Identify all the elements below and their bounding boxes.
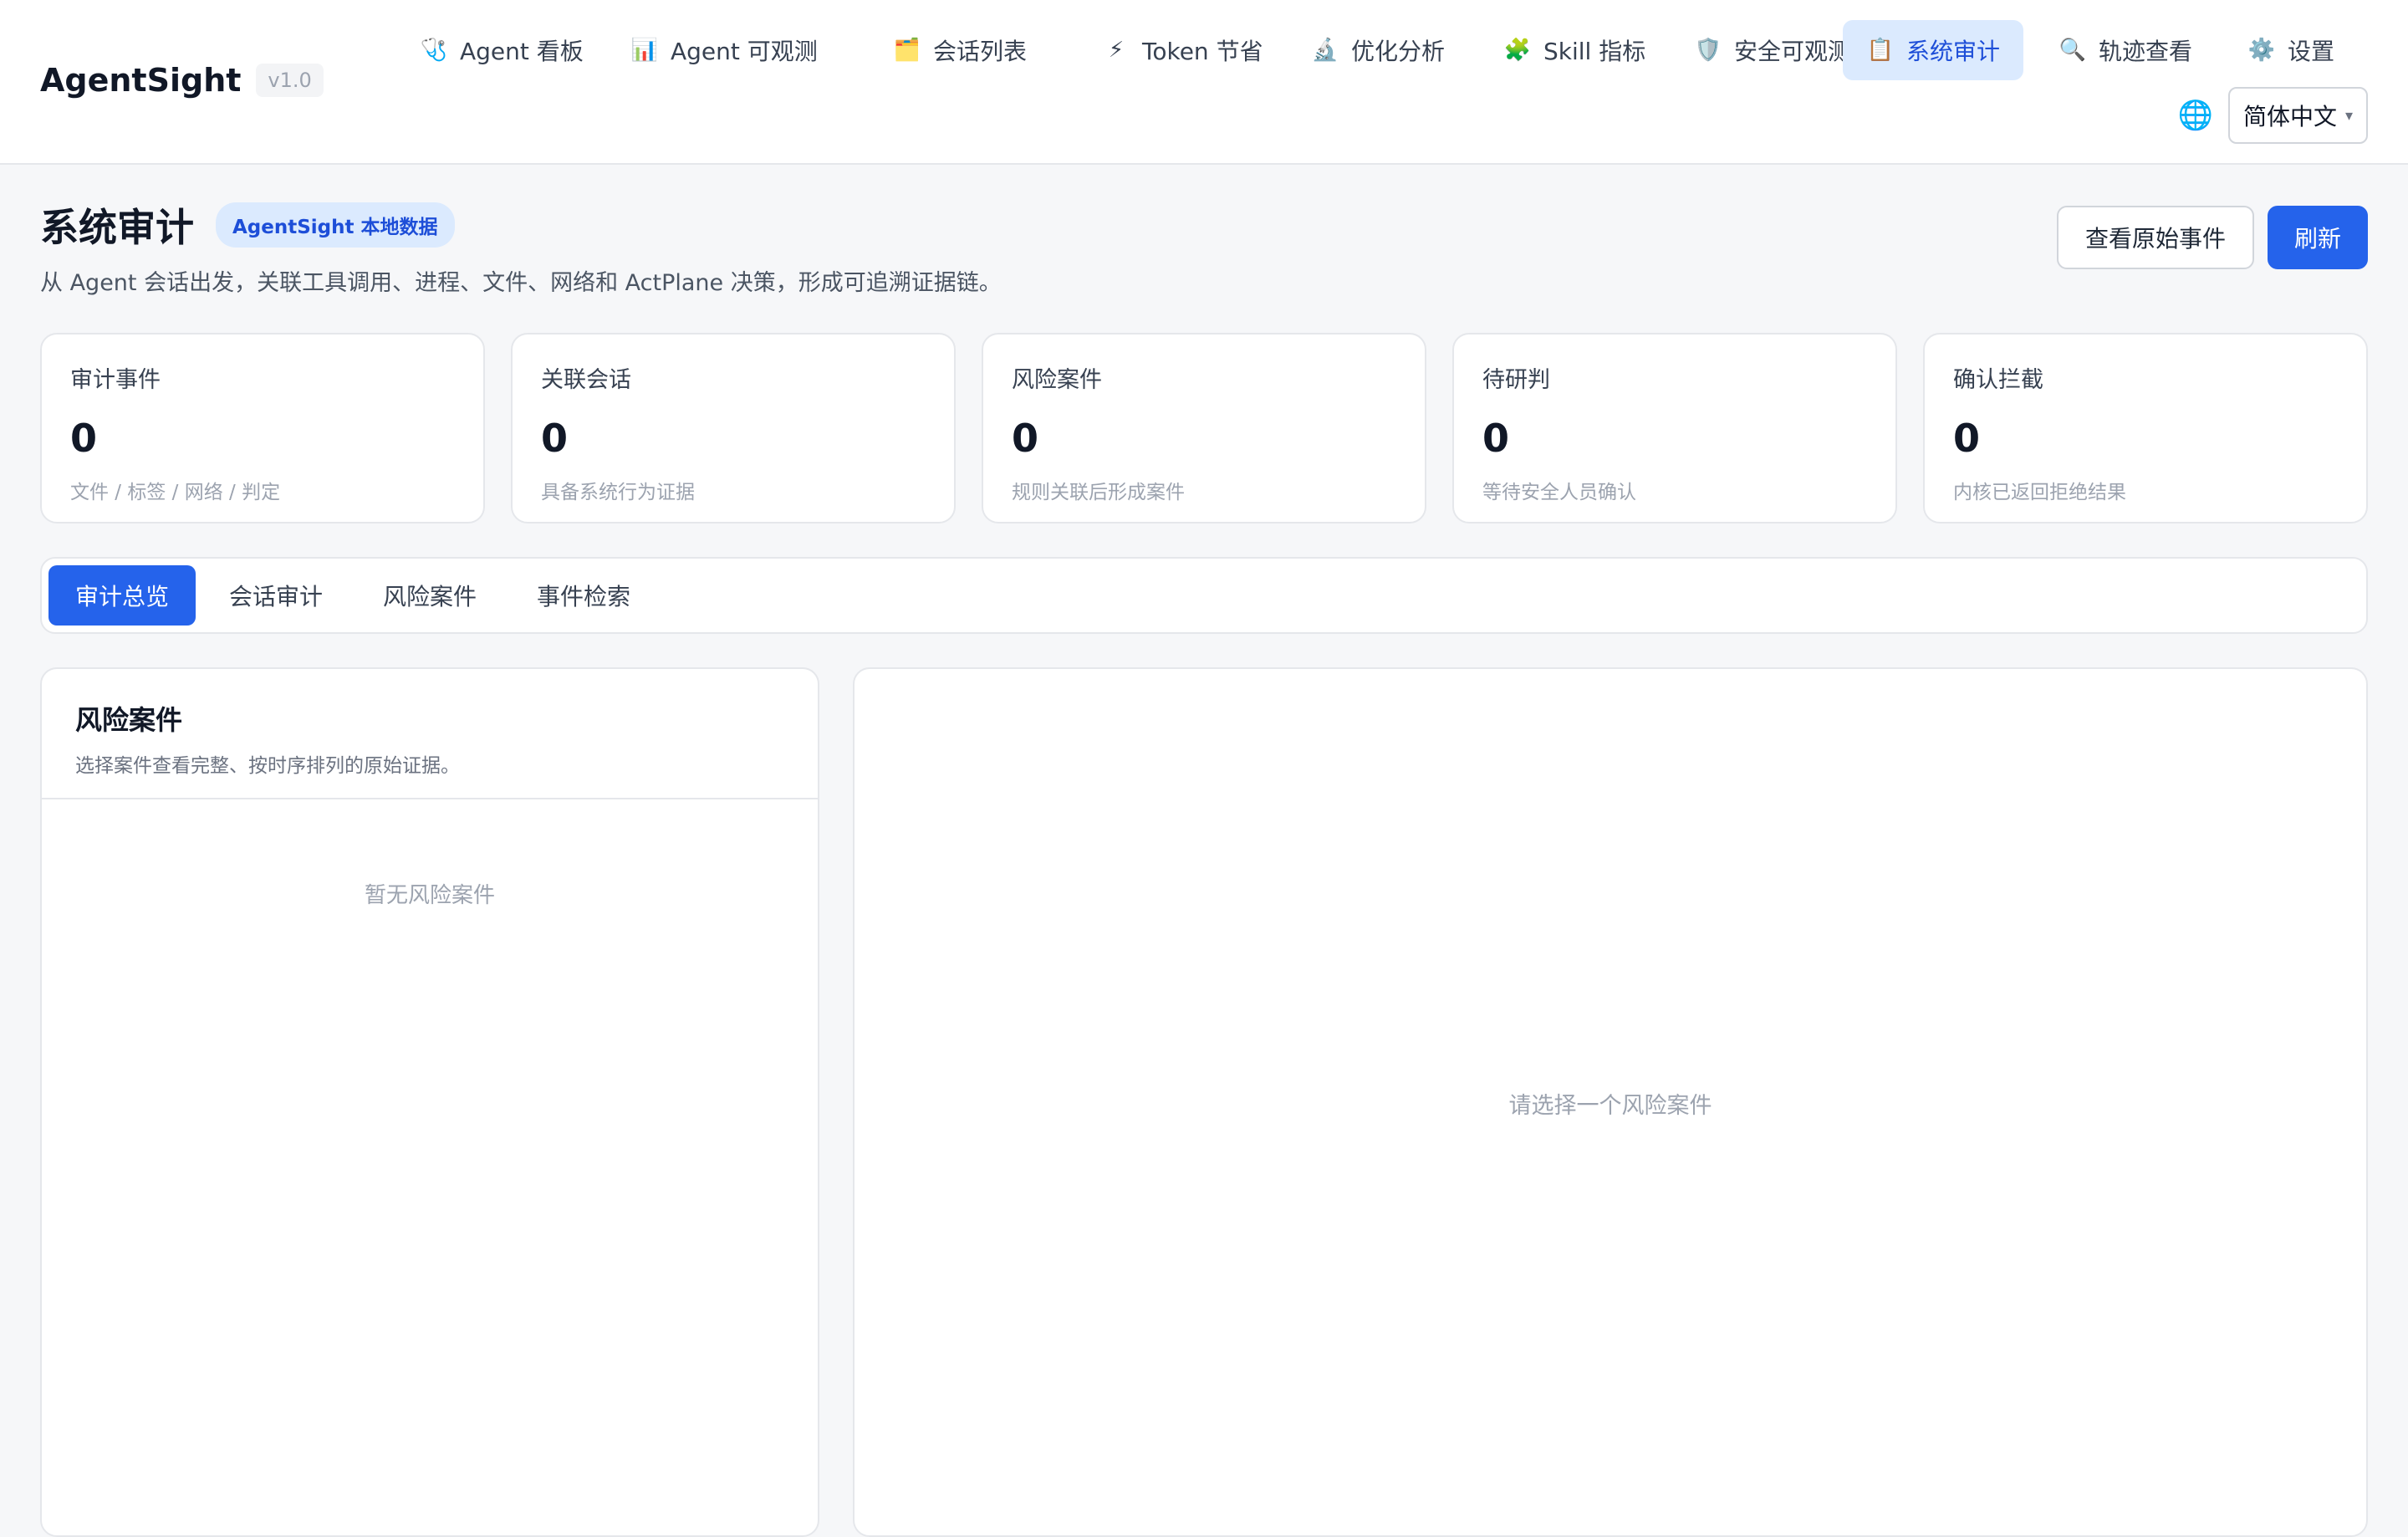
nav-item-label: Agent 可观测 [671, 38, 818, 65]
title-row: 系统审计 AgentSight 本地数据 [40, 197, 2368, 253]
stat-value: 0 [1953, 416, 1981, 461]
nav-item-label: 轨迹查看 [2099, 38, 2193, 65]
nav-item-skill-metrics[interactable]: 🧩 Skill 指标 [1480, 20, 1669, 80]
stat-desc: 等待安全人员确认 [1482, 482, 1636, 503]
microscope-icon: 🔬 [1311, 38, 1339, 63]
version-badge: v1.0 [256, 64, 324, 97]
app-name[interactable]: AgentSight [40, 62, 241, 99]
stat-label: 关联会话 [541, 367, 631, 393]
page-title: 系统审计 [40, 205, 194, 250]
audit-tabs: 审计总览 会话审计 风险案件 事件检索 [40, 557, 2368, 634]
stat-desc: 内核已返回拒绝结果 [1953, 482, 2126, 503]
nav-item-system-audit[interactable]: 📋 系统审计 [1843, 20, 2024, 80]
tab-session-audit[interactable]: 会话审计 [202, 565, 349, 626]
brand: AgentSight v1.0 [40, 62, 324, 99]
stat-value: 0 [70, 416, 98, 461]
main-nav: 🩺 Agent 看板 📊 Agent 可观测 🗂️ 会话列表 ⚡ Token 节… [396, 20, 2370, 80]
nav-item-optimization[interactable]: 🔬 优化分析 [1288, 20, 1468, 80]
risk-cases-panel: 风险案件 选择案件查看完整、按时序排列的原始证据。 暂无风险案件 [40, 667, 819, 1537]
language-switcher: 🌐 简体中文 ▾ [2178, 87, 2368, 144]
empty-cases-message: 暂无风险案件 [364, 883, 495, 908]
stethoscope-icon: 🩺 [420, 38, 448, 63]
stat-value: 0 [1482, 416, 1510, 461]
stat-value: 0 [1012, 416, 1039, 461]
nav-item-label: 优化分析 [1351, 38, 1446, 65]
page-actions: 查看原始事件 刷新 [2057, 206, 2368, 269]
stat-label: 确认拦截 [1953, 367, 2043, 393]
nav-item-label: 系统审计 [1906, 38, 2001, 65]
tab-risk-cases[interactable]: 风险案件 [356, 565, 503, 626]
panel-title: 风险案件 [75, 704, 183, 736]
view-raw-events-button[interactable]: 查看原始事件 [2057, 206, 2254, 269]
nav-item-label: 安全可观测 [1734, 38, 1852, 65]
nav-item-token-saving[interactable]: ⚡ Token 节省 [1079, 20, 1287, 80]
stat-card-related-sessions: 关联会话 0 具备系统行为证据 [511, 333, 956, 523]
stat-desc: 具备系统行为证据 [541, 482, 695, 503]
shield-icon: 🛡️ [1694, 38, 1722, 63]
stat-value: 0 [541, 416, 569, 461]
nav-item-agent-dashboard[interactable]: 🩺 Agent 看板 [396, 20, 607, 80]
nav-item-session-list[interactable]: 🗂️ 会话列表 [870, 20, 1050, 80]
stat-card-risk-cases: 风险案件 0 规则关联后形成案件 [982, 333, 1426, 523]
language-selected: 简体中文 [2242, 103, 2337, 130]
data-source-badge: AgentSight 本地数据 [216, 202, 455, 248]
globe-icon: 🌐 [2177, 99, 2213, 132]
panel-header: 风险案件 选择案件查看完整、按时序排列的原始证据。 [42, 669, 818, 799]
empty-detail-message: 请选择一个风险案件 [1508, 1093, 1712, 1119]
chevron-down-icon: ▾ [2344, 106, 2353, 125]
page-subtitle: 从 Agent 会话出发，关联工具调用、进程、文件、网络和 ActPlane 决… [40, 270, 1002, 296]
lightning-icon: ⚡ [1108, 38, 1125, 63]
stat-card-pending-review: 待研判 0 等待安全人员确认 [1452, 333, 1897, 523]
nav-item-settings[interactable]: ⚙️ 设置 [2224, 20, 2358, 80]
panel-description: 选择案件查看完整、按时序排列的原始证据。 [75, 755, 460, 777]
stats-row: 审计事件 0 文件 / 标签 / 网络 / 判定 关联会话 0 具备系统行为证据… [40, 333, 2368, 523]
tab-event-search[interactable]: 事件检索 [510, 565, 657, 626]
stat-label: 审计事件 [70, 367, 161, 393]
stat-card-audit-events: 审计事件 0 文件 / 标签 / 网络 / 判定 [40, 333, 485, 523]
tab-audit-overview[interactable]: 审计总览 [48, 565, 196, 626]
nav-item-label: Skill 指标 [1543, 38, 1646, 65]
stat-label: 待研判 [1482, 367, 1550, 393]
stat-desc: 文件 / 标签 / 网络 / 判定 [70, 482, 281, 503]
stat-desc: 规则关联后形成案件 [1012, 482, 1185, 503]
nav-item-label: 设置 [2288, 38, 2335, 65]
stat-label: 风险案件 [1012, 367, 1102, 393]
top-header: AgentSight v1.0 🩺 Agent 看板 📊 Agent 可观测 🗂… [0, 0, 2408, 165]
nav-item-trace-viewer[interactable]: 🔍 轨迹查看 [2035, 20, 2216, 80]
refresh-button[interactable]: 刷新 [2268, 206, 2368, 269]
puzzle-icon: 🧩 [1503, 38, 1532, 63]
clipboard-icon: 📋 [1866, 38, 1895, 63]
nav-item-label: Agent 看板 [460, 38, 584, 65]
nav-item-label: Token 节省 [1142, 38, 1263, 65]
case-detail-panel: 请选择一个风险案件 [853, 667, 2368, 1537]
stat-card-confirmed-blocks: 确认拦截 0 内核已返回拒绝结果 [1923, 333, 2368, 523]
magnifier-icon: 🔍 [2059, 38, 2087, 63]
nav-item-agent-observability[interactable]: 📊 Agent 可观测 [607, 20, 841, 80]
language-select[interactable]: 简体中文 ▾ [2227, 87, 2368, 144]
bar-chart-icon: 📊 [630, 38, 659, 63]
gear-icon: ⚙️ [2247, 38, 2276, 63]
page-head: 系统审计 AgentSight 本地数据 从 Agent 会话出发，关联工具调用… [40, 197, 2368, 306]
card-index-dividers-icon: 🗂️ [893, 38, 921, 63]
nav-item-label: 会话列表 [933, 38, 1028, 65]
